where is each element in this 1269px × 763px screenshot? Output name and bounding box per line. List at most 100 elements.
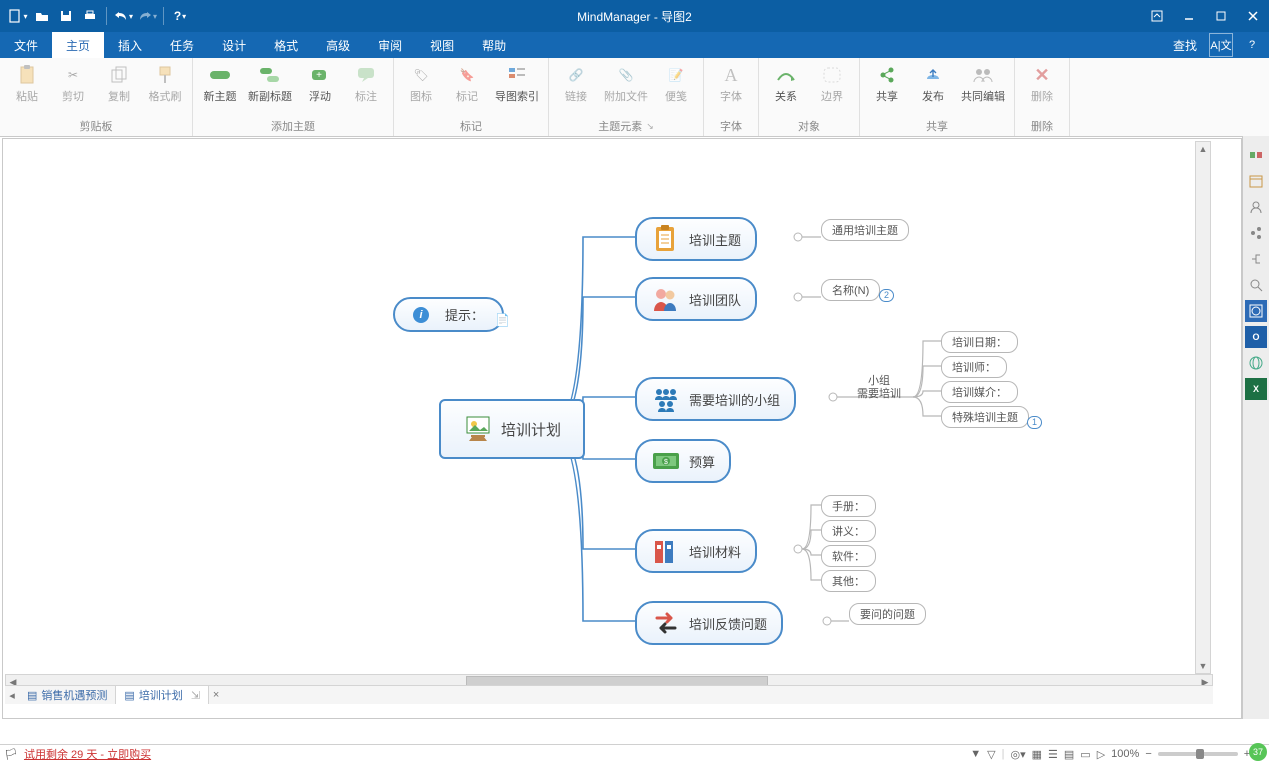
tab-design[interactable]: 设计 (208, 32, 260, 58)
find-button[interactable]: 查找 (1173, 37, 1197, 54)
note-icon[interactable]: 📄 (495, 313, 510, 327)
canvas[interactable]: i 提示： 📄 培训计划 培训主题 通用培训主题 培训团队 名称(N) 2 (2, 138, 1242, 719)
ribbon-collapse-icon[interactable] (1141, 4, 1173, 28)
hint-node[interactable]: i 提示： (393, 297, 504, 332)
panel-share-icon[interactable] (1245, 222, 1267, 244)
new-subtopic-button[interactable]: 新副标题 (245, 62, 295, 106)
publish-button[interactable]: 发布 (912, 62, 954, 106)
panel-map-parts-icon[interactable] (1245, 144, 1267, 166)
group-icon (651, 385, 679, 413)
topic-training-subject[interactable]: 培训主题 (635, 217, 757, 261)
note-button[interactable]: 📝便笺 (655, 62, 697, 106)
tab-format[interactable]: 格式 (260, 32, 312, 58)
panel-browser-icon[interactable] (1245, 300, 1267, 322)
view-outline-icon[interactable]: ☰ (1048, 748, 1058, 761)
boundary-button[interactable]: 边界 (811, 62, 853, 106)
tab-advanced[interactable]: 高级 (312, 32, 364, 58)
tab-review[interactable]: 审阅 (364, 32, 416, 58)
zoom-value[interactable]: 100% (1111, 748, 1139, 760)
subtopic-handout[interactable]: 讲义： (821, 520, 876, 542)
view-present-icon[interactable]: ▷ (1097, 748, 1105, 761)
target-icon[interactable]: ◎▾ (1010, 748, 1025, 761)
lang-switcher-icon[interactable]: A|文 (1209, 33, 1233, 57)
pin-icon[interactable]: ⇲ (191, 689, 200, 702)
doc-tab-2[interactable]: ▤培训计划⇲ (116, 686, 209, 704)
people-icon (651, 285, 679, 313)
vertical-scrollbar[interactable]: ▲▼ (1195, 141, 1211, 674)
subtopic-special[interactable]: 特殊培训主题 (941, 406, 1029, 428)
map-index-button[interactable]: 导图索引 (492, 62, 542, 106)
copy-button[interactable]: 复制 (98, 62, 140, 106)
share-button[interactable]: 共享 (866, 62, 908, 106)
launcher-icon[interactable]: ↘ (646, 121, 654, 132)
redo-icon[interactable]: ▾ (135, 4, 159, 28)
coedit-button[interactable]: 共同编辑 (958, 62, 1008, 106)
new-file-icon[interactable]: ▾ (6, 4, 30, 28)
zoom-out-icon[interactable]: − (1145, 748, 1151, 760)
subtopic-software[interactable]: 软件： (821, 545, 876, 567)
tab-home[interactable]: 主页 (52, 32, 104, 58)
close-icon[interactable] (1237, 4, 1269, 28)
subtopic-media[interactable]: 培训媒介： (941, 381, 1018, 403)
panel-outlook-icon[interactable]: O (1245, 326, 1267, 348)
panel-search-icon[interactable] (1245, 274, 1267, 296)
close-tab-icon[interactable]: × (209, 686, 223, 704)
panel-excel-icon[interactable]: X (1245, 378, 1267, 400)
subtopic-trainer[interactable]: 培训师： (941, 356, 1007, 378)
icon-marker-button[interactable]: 🏷图标 (400, 62, 442, 106)
cut-button[interactable]: ✂剪切 (52, 62, 94, 106)
subtopic-questions[interactable]: 要问的问题 (849, 603, 926, 625)
relationship-button[interactable]: 关系 (765, 62, 807, 106)
zoom-slider[interactable] (1158, 752, 1238, 756)
tab-task[interactable]: 任务 (156, 32, 208, 58)
subtopic-date[interactable]: 培训日期： (941, 331, 1018, 353)
filter-icon[interactable]: ▼ (970, 748, 981, 760)
callout-button[interactable]: 标注 (345, 62, 387, 106)
tab-file[interactable]: 文件 (0, 32, 52, 58)
panel-calendar-icon[interactable] (1245, 170, 1267, 192)
subtopic-general[interactable]: 通用培训主题 (821, 219, 909, 241)
floating-topic-button[interactable]: +浮动 (299, 62, 341, 106)
view-map-icon[interactable]: ▦ (1032, 748, 1042, 761)
delete-button[interactable]: ✕删除 (1021, 62, 1063, 106)
panel-person-icon[interactable] (1245, 196, 1267, 218)
view-gantt-icon[interactable]: ▤ (1064, 748, 1074, 761)
topic-feedback-questions[interactable]: 培训反馈问题 (635, 601, 783, 645)
new-topic-button[interactable]: 新主题 (199, 62, 241, 106)
topic-training-team[interactable]: 培训团队 (635, 277, 757, 321)
subtopic-name[interactable]: 名称(N) (821, 279, 880, 301)
tabs-menu-icon[interactable]: ◂ (5, 686, 19, 704)
undo-icon[interactable]: ▾ (111, 4, 135, 28)
subtopic-manual[interactable]: 手册： (821, 495, 876, 517)
maximize-icon[interactable] (1205, 4, 1237, 28)
filter-off-icon[interactable]: ▽ (987, 748, 995, 761)
format-painter-button[interactable]: 格式刷 (144, 62, 186, 106)
topic-groups-need-training[interactable]: 需要培训的小组 (635, 377, 796, 421)
open-file-icon[interactable] (30, 4, 54, 28)
save-icon[interactable] (54, 4, 78, 28)
count-badge[interactable]: 1 (1027, 416, 1042, 429)
tab-view[interactable]: 视图 (416, 32, 468, 58)
panel-branch-icon[interactable] (1245, 248, 1267, 270)
tab-insert[interactable]: 插入 (104, 32, 156, 58)
count-badge[interactable]: 2 (879, 289, 894, 302)
topic-training-materials[interactable]: 培训材料 (635, 529, 757, 573)
ribbon-help-icon[interactable]: ? (1241, 34, 1263, 56)
font-button[interactable]: A字体 (710, 62, 752, 106)
central-topic[interactable]: 培训计划 (439, 399, 585, 459)
paste-button[interactable]: 粘贴 (6, 62, 48, 106)
help-icon[interactable]: ?▾ (168, 4, 192, 28)
topic-budget[interactable]: $ 预算 (635, 439, 731, 483)
subtopic-other[interactable]: 其他： (821, 570, 876, 592)
attachment-button[interactable]: 📎附加文件 (601, 62, 651, 106)
link-button[interactable]: 🔗链接 (555, 62, 597, 106)
tag-marker-button[interactable]: 🔖标记 (446, 62, 488, 106)
notification-badge[interactable]: 37 (1249, 743, 1267, 761)
print-icon[interactable] (78, 4, 102, 28)
trial-link[interactable]: 试用剩余 29 天 - 立即购买 (24, 746, 151, 762)
panel-globe-icon[interactable] (1245, 352, 1267, 374)
minimize-icon[interactable] (1173, 4, 1205, 28)
view-slide-icon[interactable]: ▭ (1080, 748, 1090, 761)
doc-tab-1[interactable]: ▤销售机遇预测 (19, 686, 116, 704)
tab-help[interactable]: 帮助 (468, 32, 520, 58)
